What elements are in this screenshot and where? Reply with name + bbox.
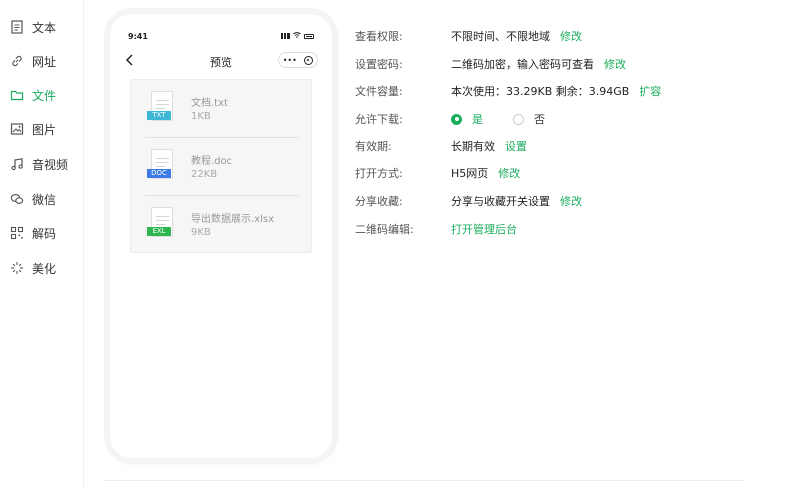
file-item-doc[interactable]: DOC 教程.doc 22KB [131,138,313,196]
file-size: 22KB [191,169,218,180]
sidebar-item-label: 图片 [32,122,57,137]
radio-label: 否 [534,113,545,126]
row-label: 查看权限: [355,30,403,43]
file-tag: TXT [147,111,171,120]
qr-scan-icon [10,226,24,240]
sidebar: 文本 网址 文件 图片 音视频 微信 解码 美化 [0,0,84,488]
file-tag: DOC [147,169,171,178]
radio-unchecked-icon [513,113,524,125]
row-label: 分享收藏: [355,195,403,208]
sidebar-item-audio-video[interactable]: 音视频 [10,153,68,175]
sidebar-item-label: 美化 [32,261,57,276]
sparkle-icon [10,261,24,275]
radio-checked-icon [451,113,462,125]
edit-open-mode-link[interactable]: 修改 [498,165,520,181]
app-root: 文本 网址 文件 图片 音视频 微信 解码 美化 9:41 预览 ••• TXT… [0,0,800,488]
file-name: 文档.txt [191,98,228,109]
open-admin-link[interactable]: 打开管理后台 [451,221,517,237]
download-yes-radio[interactable]: 是 [451,111,483,127]
mini-program-capsule[interactable]: ••• [278,52,318,68]
file-name: 导出数据展示.xlsx [191,214,275,225]
sidebar-item-decode[interactable]: 解码 [10,222,56,244]
sidebar-item-file[interactable]: 文件 [10,84,56,106]
sidebar-item-url[interactable]: 网址 [10,50,56,72]
xlsx-file-icon: EXL [147,207,177,243]
file-item-xlsx[interactable]: EXL 导出数据展示.xlsx 9KB [131,196,313,254]
close-target-icon[interactable] [304,55,314,65]
sidebar-item-label: 音视频 [32,157,69,172]
status-icons [281,32,314,40]
status-time: 9:41 [128,32,148,41]
row-value: 不限时间、不限地域 [451,30,550,43]
wifi-icon [293,32,301,40]
file-list: TXT 文档.txt 1KB DOC 教程.doc 22KB EXL 导出数据展… [130,79,312,253]
row-value: 分享与收藏开关设置 [451,195,550,208]
sidebar-item-label: 文本 [32,20,57,35]
file-size: 1KB [191,111,211,122]
row-value: H5网页 [451,167,489,180]
row-value: 本次使用：33.29KB 剩余：3.94GB [451,85,630,98]
row-label: 打开方式: [355,167,403,180]
edit-view-permission-link[interactable]: 修改 [560,28,582,44]
row-label: 设置密码: [355,58,403,71]
row-qr-edit: 二维码编辑: 打开管理后台 [355,220,517,238]
sidebar-item-label: 网址 [32,54,57,69]
sidebar-item-label: 文件 [32,88,57,103]
row-download: 允许下载: 是 否 [355,110,575,128]
row-password: 设置密码: 二维码加密，输入密码可查看 修改 [355,55,626,73]
row-value: 长期有效 [451,140,495,153]
set-validity-link[interactable]: 设置 [505,138,527,154]
sidebar-item-text[interactable]: 文本 [10,16,56,38]
file-item-txt[interactable]: TXT 文档.txt 1KB [131,80,313,138]
more-icon[interactable]: ••• [283,56,297,65]
sidebar-item-beautify[interactable]: 美化 [10,257,56,279]
txt-file-icon: TXT [147,91,177,127]
sidebar-item-image[interactable]: 图片 [10,118,56,140]
sidebar-item-wechat[interactable]: 微信 [10,188,56,210]
row-label: 文件容量: [355,85,403,98]
row-value: 二维码加密，输入密码可查看 [451,58,594,71]
divider [104,480,744,481]
download-no-radio[interactable]: 否 [513,111,545,127]
doc-file-icon: DOC [147,149,177,185]
sidebar-item-label: 微信 [32,192,57,207]
row-label: 有效期: [355,140,392,153]
row-label: 允许下载: [355,113,403,126]
file-size: 9KB [191,227,211,238]
music-icon [10,157,24,171]
edit-share-link[interactable]: 修改 [560,193,582,209]
row-capacity: 文件容量: 本次使用：33.29KB 剩余：3.94GB 扩容 [355,82,661,100]
sidebar-item-label: 解码 [32,226,57,241]
battery-icon [304,33,314,39]
folder-icon [10,88,24,102]
edit-password-link[interactable]: 修改 [604,56,626,72]
row-open-mode: 打开方式: H5网页 修改 [355,164,520,182]
row-share: 分享收藏: 分享与收藏开关设置 修改 [355,192,582,210]
file-name: 教程.doc [191,156,233,167]
image-icon [10,122,24,136]
document-icon [10,20,24,34]
row-validity: 有效期: 长期有效 设置 [355,137,527,155]
row-label: 二维码编辑: [355,223,414,236]
link-icon [10,54,24,68]
radio-label: 是 [472,113,483,126]
expand-capacity-link[interactable]: 扩容 [639,83,661,99]
file-tag: EXL [147,227,171,236]
row-view-permission: 查看权限: 不限时间、不限地域 修改 [355,27,582,45]
wechat-icon [10,192,24,206]
signal-icon [281,33,290,39]
